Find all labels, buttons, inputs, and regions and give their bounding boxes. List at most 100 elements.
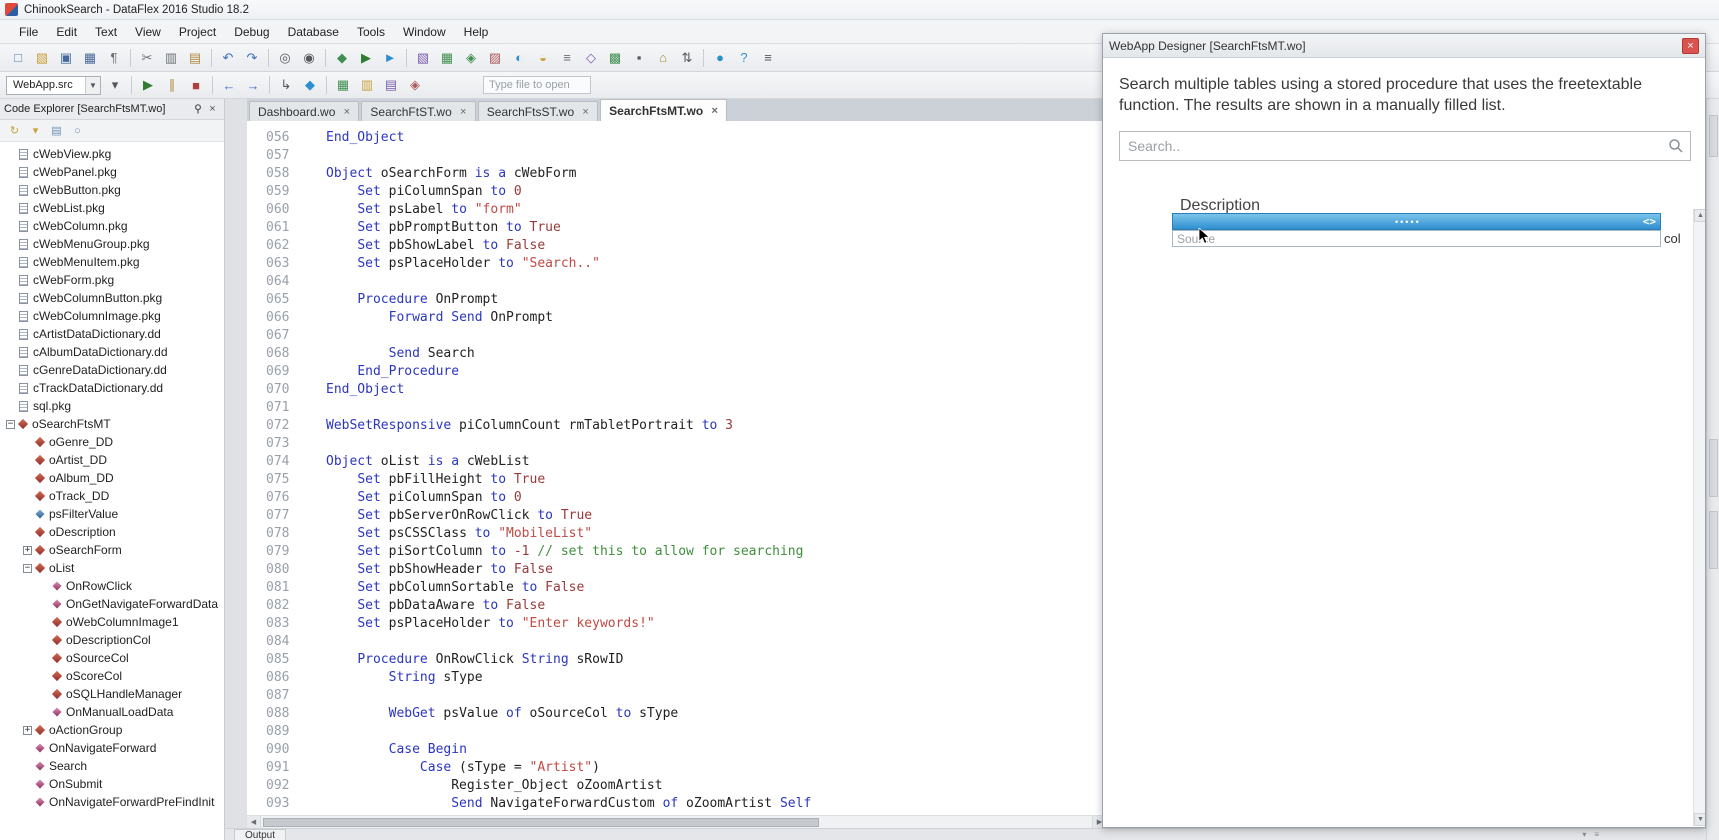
close-icon[interactable]: ×	[205, 102, 220, 117]
web-object-icon[interactable]: ◐	[508, 47, 530, 68]
run-icon[interactable]: ▶	[355, 47, 377, 68]
selected-column-bar[interactable]: ••••• <>	[1172, 213, 1661, 230]
save-icon[interactable]: ▣	[55, 47, 77, 68]
save-all-icon[interactable]: ▦	[79, 47, 101, 68]
menu-window[interactable]: Window	[394, 22, 455, 42]
source-cell[interactable]: Source	[1172, 230, 1661, 247]
list-icon[interactable]: ≡	[1594, 829, 1599, 840]
tree-item[interactable]: oSQLHandleManager	[0, 685, 224, 703]
tree-item[interactable]: OnNavigateForward	[0, 739, 224, 757]
new-view-icon[interactable]: ▧	[412, 47, 434, 68]
open-dropdown-icon[interactable]: ▾	[104, 75, 126, 96]
tree-item[interactable]: cWebForm.pkg	[0, 271, 224, 289]
tree-item[interactable]: cWebMenuGroup.pkg	[0, 235, 224, 253]
tree-item[interactable]: cWebButton.pkg	[0, 181, 224, 199]
tree-item[interactable]: cWebPanel.pkg	[0, 163, 224, 181]
tree-item[interactable]: psFilterValue	[0, 505, 224, 523]
workspace-icon[interactable]: ⌂	[652, 47, 674, 68]
editor-tab[interactable]: SearchFtST.wo×	[361, 101, 475, 121]
editor-tab[interactable]: SearchFtsMT.wo×	[600, 99, 727, 121]
editor-tab[interactable]: SearchFtsST.wo×	[478, 101, 598, 121]
redo-icon[interactable]: ↷	[241, 47, 263, 68]
search-input[interactable]	[1119, 131, 1691, 161]
scroll-left-icon[interactable]: ◀	[247, 816, 261, 829]
menu-view[interactable]: View	[126, 22, 170, 42]
navigate-forward-icon[interactable]: →	[242, 75, 264, 96]
tree-item[interactable]: −oList	[0, 559, 224, 577]
tree-item[interactable]: +oActionGroup	[0, 721, 224, 739]
menu-text[interactable]: Text	[86, 22, 126, 42]
tree-item[interactable]: cWebMenuItem.pkg	[0, 253, 224, 271]
collapsed-panel-tab[interactable]	[1709, 115, 1718, 157]
group-icon[interactable]: ▤	[47, 122, 66, 140]
grid-icon[interactable]: ▥	[356, 75, 378, 96]
web-browser-icon[interactable]: ●	[709, 47, 731, 68]
menu-debug[interactable]: Debug	[225, 22, 278, 42]
tab-close-icon[interactable]: ×	[580, 106, 591, 118]
tree-item[interactable]: OnRowClick	[0, 577, 224, 595]
tree-item[interactable]: oDescriptionCol	[0, 631, 224, 649]
tree-item[interactable]: cWebView.pkg	[0, 145, 224, 163]
code-area[interactable]: 056End_Object057058Object oSearchForm is…	[247, 121, 1106, 815]
properties-icon[interactable]: ▪	[628, 47, 650, 68]
new-file-icon[interactable]: □	[7, 47, 29, 68]
navigate-back-icon[interactable]: ←	[218, 75, 240, 96]
webapp-designer-titlebar[interactable]: WebApp Designer [SearchFtsMT.wo] ×	[1103, 34, 1705, 58]
filter-icon[interactable]: ▾	[26, 122, 45, 140]
scroll-down-icon[interactable]: ▼	[1694, 813, 1705, 826]
designer-scrollbar[interactable]: ▲ ▼	[1693, 209, 1705, 826]
tab-close-icon[interactable]: ×	[709, 105, 720, 117]
tree-item[interactable]: cWebColumn.pkg	[0, 217, 224, 235]
tree-expander-icon[interactable]: +	[23, 546, 32, 555]
tree-item[interactable]: Search	[0, 757, 224, 775]
data-dictionary-icon[interactable]: ◈	[460, 47, 482, 68]
tree-item[interactable]: sql.pkg	[0, 397, 224, 415]
tree-item[interactable]: cWebList.pkg	[0, 199, 224, 217]
tree-item[interactable]: oWebColumnImage1	[0, 613, 224, 631]
menu-project[interactable]: Project	[170, 22, 225, 42]
goto-definition-icon[interactable]: ↳	[275, 75, 297, 96]
scrollbar-thumb[interactable]	[263, 818, 819, 827]
scroll-up-icon[interactable]: ▲	[1694, 209, 1705, 222]
tree-expander-icon[interactable]: +	[23, 726, 32, 735]
tree-item[interactable]: cArtistDataDictionary.dd	[0, 325, 224, 343]
webapp-src-combo[interactable]: WebApp.src ▼	[6, 76, 101, 95]
pin-icon[interactable]	[190, 102, 205, 117]
chevron-down-icon[interactable]: ▼	[85, 77, 100, 94]
menu-help[interactable]: Help	[455, 22, 498, 42]
object-inspector-icon[interactable]: ▩	[604, 47, 626, 68]
link-icon[interactable]: ○	[68, 122, 87, 140]
close-button[interactable]: ×	[1682, 38, 1699, 54]
menu-edit[interactable]: Edit	[47, 22, 86, 42]
collapsed-panel-tab[interactable]	[1709, 439, 1718, 497]
tree-item[interactable]: cWebColumnButton.pkg	[0, 289, 224, 307]
horizontal-scrollbar[interactable]: ◀ ▶	[247, 815, 1106, 828]
sql-icon[interactable]: ≡	[556, 47, 578, 68]
undo-icon[interactable]: ↶	[217, 47, 239, 68]
tree-item[interactable]: cWebColumnImage.pkg	[0, 307, 224, 325]
chevron-down-icon[interactable]: ▾	[1582, 829, 1586, 840]
collapsed-panel-tab[interactable]	[1709, 511, 1718, 569]
tab-close-icon[interactable]: ×	[458, 106, 469, 118]
tree-item[interactable]: −oSearchFtsMT	[0, 415, 224, 433]
tree-item[interactable]: cAlbumDataDictionary.dd	[0, 343, 224, 361]
tree-item[interactable]: cTrackDataDictionary.dd	[0, 379, 224, 397]
stop-icon[interactable]: ■	[185, 75, 207, 96]
form-icon[interactable]: ▤	[380, 75, 402, 96]
menu-tools[interactable]: Tools	[348, 22, 394, 42]
help-icon[interactable]: ?	[733, 47, 755, 68]
sync-view-icon[interactable]: ↻	[5, 122, 24, 140]
panel-splitter[interactable]	[225, 99, 247, 828]
bookmark-icon[interactable]: ◆	[299, 75, 321, 96]
list-icon[interactable]: ≡	[757, 47, 779, 68]
editor-tab[interactable]: Dashboard.wo×	[249, 101, 359, 121]
tree-item[interactable]: oScoreCol	[0, 667, 224, 685]
report-icon[interactable]: ▨	[484, 47, 506, 68]
debug-icon[interactable]: ►	[379, 47, 401, 68]
cut-icon[interactable]: ✂	[136, 47, 158, 68]
tree-item[interactable]: OnNavigateForwardPreFindInit	[0, 793, 224, 811]
order-icon[interactable]: ⇅	[676, 47, 698, 68]
table-wizard-icon[interactable]: ▦	[436, 47, 458, 68]
database-builder-icon[interactable]: ◒	[532, 47, 554, 68]
find-in-files-icon[interactable]: ◉	[298, 47, 320, 68]
